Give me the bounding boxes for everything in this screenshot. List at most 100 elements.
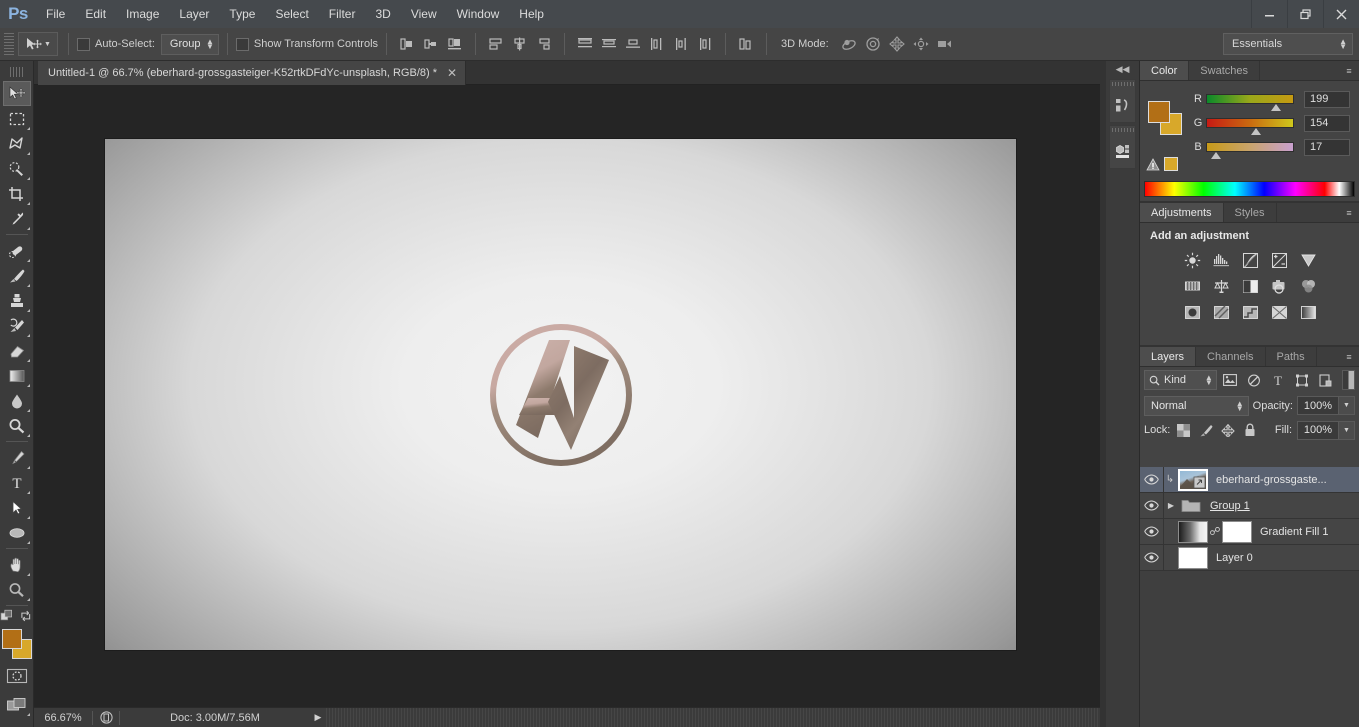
options-bar-grip[interactable]: [4, 33, 14, 55]
move-tool[interactable]: [3, 81, 31, 106]
lock-all-icon[interactable]: [1241, 421, 1258, 439]
color-spectrum-ramp[interactable]: [1144, 181, 1355, 197]
align-top-edges-icon[interactable]: [485, 33, 507, 55]
menu-3d[interactable]: 3D: [365, 0, 400, 28]
ellipse-tool[interactable]: [3, 520, 31, 545]
default-colors-icon[interactable]: [0, 609, 15, 623]
filter-shape-layers-icon[interactable]: [1292, 370, 1313, 390]
group-disclosure-icon[interactable]: ▶: [1164, 501, 1178, 510]
exposure-icon[interactable]: [1267, 249, 1292, 272]
lock-position-icon[interactable]: [1219, 421, 1236, 439]
table-row[interactable]: ▶ Group 1: [1140, 493, 1359, 519]
channel-slider-r[interactable]: [1206, 94, 1294, 104]
distribute-left-edges-icon[interactable]: [646, 33, 668, 55]
menu-edit[interactable]: Edit: [75, 0, 116, 28]
lasso-tool[interactable]: [3, 131, 31, 156]
roll-3d-object-icon[interactable]: [861, 33, 885, 55]
channel-slider-g[interactable]: [1206, 118, 1294, 128]
distribute-top-edges-icon[interactable]: [574, 33, 596, 55]
clone-stamp-tool[interactable]: [3, 288, 31, 313]
canvas-area[interactable]: [34, 85, 1100, 707]
filter-type-layers-icon[interactable]: T: [1268, 370, 1289, 390]
tab-adjustments[interactable]: Adjustments: [1140, 203, 1224, 222]
filter-smart-objects-icon[interactable]: [1316, 370, 1337, 390]
quick-mask-mode-icon[interactable]: [3, 663, 31, 688]
auto-select-scope-dropdown[interactable]: Group ▲▼: [161, 34, 219, 55]
channel-value-g[interactable]: 154: [1304, 115, 1350, 132]
tab-layers[interactable]: Layers: [1140, 347, 1196, 366]
close-button[interactable]: [1323, 0, 1359, 28]
channel-mixer-icon[interactable]: [1296, 275, 1321, 298]
tab-color[interactable]: Color: [1140, 61, 1189, 80]
align-right-edges-icon[interactable]: [444, 33, 466, 55]
zoom-level[interactable]: 66.67%: [34, 712, 92, 724]
in-gamut-color-swatch[interactable]: [1164, 157, 1178, 171]
align-left-edges-icon[interactable]: [396, 33, 418, 55]
layer-thumbnail[interactable]: [1178, 521, 1208, 543]
slider-thumb[interactable]: [1251, 128, 1261, 135]
menu-select[interactable]: Select: [265, 0, 318, 28]
menu-view[interactable]: View: [401, 0, 447, 28]
tools-panel-grip[interactable]: [10, 67, 24, 77]
layer-mask-thumbnail[interactable]: [1222, 521, 1252, 543]
menu-image[interactable]: Image: [116, 0, 169, 28]
minimize-button[interactable]: [1251, 0, 1287, 28]
layer-visibility-toggle[interactable]: [1140, 467, 1164, 493]
invert-icon[interactable]: [1180, 301, 1205, 324]
out-of-gamut-warning[interactable]: [1146, 157, 1178, 171]
blend-mode-dropdown[interactable]: Normal ▲▼: [1144, 396, 1249, 416]
slider-thumb[interactable]: [1211, 152, 1221, 159]
dock-grip[interactable]: [1110, 126, 1135, 134]
layer-visibility-toggle[interactable]: [1140, 545, 1164, 571]
table-row[interactable]: ↳ eberhard-grossgaste...: [1140, 467, 1359, 493]
menu-file[interactable]: File: [36, 0, 75, 28]
blur-tool[interactable]: [3, 388, 31, 413]
layer-name[interactable]: Layer 0: [1216, 552, 1253, 564]
slider-thumb[interactable]: [1271, 104, 1281, 111]
layer-name[interactable]: eberhard-grossgaste...: [1216, 474, 1327, 486]
crop-tool[interactable]: [3, 181, 31, 206]
auto-select-checkbox[interactable]: [77, 38, 90, 51]
channel-value-b[interactable]: 17: [1304, 139, 1350, 156]
table-row[interactable]: ☍ Gradient Fill 1: [1140, 519, 1359, 545]
black-white-icon[interactable]: [1238, 275, 1263, 298]
eraser-tool[interactable]: [3, 338, 31, 363]
opacity-value[interactable]: 100%: [1297, 396, 1339, 415]
layer-filter-kind-dropdown[interactable]: Kind ▲▼: [1144, 370, 1217, 390]
layer-visibility-toggle[interactable]: [1140, 493, 1164, 519]
distribute-right-edges-icon[interactable]: [694, 33, 716, 55]
curves-icon[interactable]: [1238, 249, 1263, 272]
threshold-icon[interactable]: [1238, 301, 1263, 324]
distribute-bottom-edges-icon[interactable]: [622, 33, 644, 55]
channel-value-r[interactable]: 199: [1304, 91, 1350, 108]
selective-color-icon[interactable]: [1296, 301, 1321, 324]
fill-stepper-icon[interactable]: ▼: [1339, 421, 1355, 440]
drag-3d-object-icon[interactable]: [885, 33, 909, 55]
channel-slider-b[interactable]: [1206, 142, 1294, 152]
slide-3d-object-icon[interactable]: [909, 33, 933, 55]
status-expand-icon[interactable]: ▶: [310, 712, 326, 723]
spot-healing-brush-tool[interactable]: [3, 238, 31, 263]
tool-preset-picker[interactable]: ▼: [18, 32, 58, 56]
scale-3d-object-icon[interactable]: [933, 33, 957, 55]
hand-tool[interactable]: [3, 552, 31, 577]
menu-help[interactable]: Help: [509, 0, 554, 28]
layer-thumbnail[interactable]: [1178, 547, 1208, 569]
opacity-stepper-icon[interactable]: ▼: [1339, 396, 1355, 415]
screen-mode-icon[interactable]: [3, 692, 31, 717]
layer-visibility-toggle[interactable]: [1140, 519, 1164, 545]
menu-type[interactable]: Type: [219, 0, 265, 28]
adjustments-panel-menu-icon[interactable]: ≡: [1339, 203, 1359, 222]
horizontal-type-tool[interactable]: T: [3, 470, 31, 495]
show-transform-checkbox[interactable]: [236, 38, 249, 51]
photo-filter-icon[interactable]: [1267, 275, 1292, 298]
rotate-3d-object-icon[interactable]: [837, 33, 861, 55]
color-panel-menu-icon[interactable]: ≡: [1339, 61, 1359, 80]
pen-tool[interactable]: [3, 445, 31, 470]
align-horizontal-centers-icon[interactable]: [420, 33, 442, 55]
color-panel-foreground-swatch[interactable]: [1148, 101, 1170, 123]
tab-channels[interactable]: Channels: [1196, 347, 1265, 366]
filter-adjustment-layers-icon[interactable]: [1244, 370, 1265, 390]
layer-thumbnail[interactable]: [1178, 469, 1208, 491]
brush-tool[interactable]: [3, 263, 31, 288]
